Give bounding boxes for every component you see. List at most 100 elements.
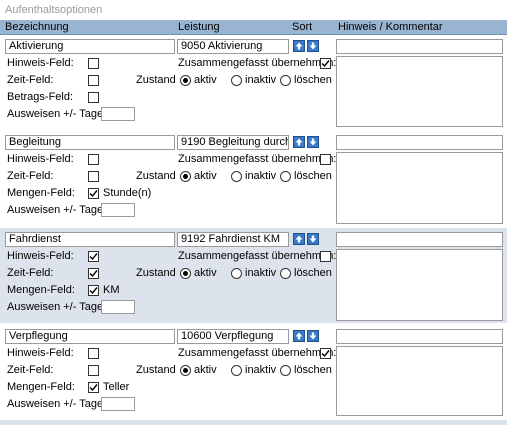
bottom-strip xyxy=(0,420,507,425)
inaktiv-label: inaktiv xyxy=(245,74,277,86)
zustand-loeschen-radio[interactable] xyxy=(280,75,291,86)
ausweisen-label: Ausweisen +/- Tage: xyxy=(7,398,107,410)
sort-down-button[interactable] xyxy=(307,136,319,148)
hinweis-feld-label: Hinweis-Feld: xyxy=(7,153,74,165)
zustand-label: Zustand xyxy=(136,364,176,376)
loeschen-label: löschen xyxy=(294,267,332,279)
hinweis-feld-checkbox[interactable] xyxy=(88,154,99,165)
sort-up-button[interactable] xyxy=(293,330,305,342)
zusammengefasst-checkbox[interactable] xyxy=(320,58,331,69)
leistung-input[interactable]: 9190 Begleitung durch M xyxy=(177,135,289,150)
aktiv-label: aktiv xyxy=(194,170,217,182)
zustand-inaktiv-radio[interactable] xyxy=(231,365,242,376)
option-section: Begleitung 9190 Begleitung durch M Hinwe… xyxy=(0,131,507,228)
ausweisen-label: Ausweisen +/- Tage: xyxy=(7,301,107,313)
zeit-feld-checkbox[interactable] xyxy=(88,75,99,86)
third-field-checkbox[interactable] xyxy=(88,188,99,199)
hinweis-title-input[interactable] xyxy=(336,39,503,54)
sort-up-button[interactable] xyxy=(293,233,305,245)
zustand-inaktiv-radio[interactable] xyxy=(231,268,242,279)
bezeichnung-input[interactable]: Begleitung xyxy=(5,135,175,150)
leistung-input[interactable]: 10600 Verpflegung xyxy=(177,329,289,344)
hinweis-title-input[interactable] xyxy=(336,232,503,247)
option-section: Aktivierung 9050 Aktivierung Hinweis-Fel… xyxy=(0,35,507,131)
kommentar-textarea[interactable] xyxy=(336,249,503,321)
loeschen-label: löschen xyxy=(294,170,332,182)
zustand-aktiv-radio[interactable] xyxy=(180,268,191,279)
option-section: Verpflegung 10600 Verpflegung Hinweis-Fe… xyxy=(0,325,507,420)
zusammengefasst-label: Zusammengefasst übernehmen: xyxy=(178,250,337,262)
ausweisen-tage-input[interactable] xyxy=(101,107,135,121)
zeit-feld-label: Zeit-Feld: xyxy=(7,364,54,376)
zustand-inaktiv-radio[interactable] xyxy=(231,171,242,182)
zusammengefasst-checkbox[interactable] xyxy=(320,154,331,165)
zeit-feld-label: Zeit-Feld: xyxy=(7,74,54,86)
sort-down-button[interactable] xyxy=(307,233,319,245)
third-field-checkbox[interactable] xyxy=(88,382,99,393)
third-field-label: Mengen-Feld: xyxy=(7,381,75,393)
third-field-checkbox[interactable] xyxy=(88,285,99,296)
mengen-unit-label: KM xyxy=(103,284,120,296)
kommentar-textarea[interactable] xyxy=(336,152,503,224)
kommentar-textarea[interactable] xyxy=(336,56,503,127)
third-field-label: Betrags-Feld: xyxy=(7,91,74,103)
zustand-aktiv-radio[interactable] xyxy=(180,75,191,86)
zusammengefasst-label: Zusammengefasst übernehmen: xyxy=(178,153,337,165)
zustand-label: Zustand xyxy=(136,267,176,279)
header-hinweis-kommentar: Hinweis / Kommentar xyxy=(338,21,443,33)
aktiv-label: aktiv xyxy=(194,364,217,376)
kommentar-textarea[interactable] xyxy=(336,346,503,416)
leistung-input[interactable]: 9050 Aktivierung xyxy=(177,39,289,54)
ausweisen-label: Ausweisen +/- Tage: xyxy=(7,108,107,120)
header-bezeichnung: Bezeichnung xyxy=(5,21,69,33)
zustand-loeschen-radio[interactable] xyxy=(280,171,291,182)
mengen-unit-label: Teller xyxy=(103,381,130,393)
zeit-feld-label: Zeit-Feld: xyxy=(7,267,54,279)
aktiv-label: aktiv xyxy=(194,267,217,279)
ausweisen-tage-input[interactable] xyxy=(101,203,135,217)
window-title: Aufenthaltsoptionen xyxy=(0,0,507,20)
zeit-feld-label: Zeit-Feld: xyxy=(7,170,54,182)
sort-down-button[interactable] xyxy=(307,330,319,342)
ausweisen-tage-input[interactable] xyxy=(101,397,135,411)
hinweis-title-input[interactable] xyxy=(336,329,503,344)
bezeichnung-input[interactable]: Fahrdienst xyxy=(5,232,175,247)
bezeichnung-input[interactable]: Verpflegung xyxy=(5,329,175,344)
sort-up-button[interactable] xyxy=(293,136,305,148)
hinweis-feld-checkbox[interactable] xyxy=(88,348,99,359)
zustand-loeschen-radio[interactable] xyxy=(280,365,291,376)
zusammengefasst-label: Zusammengefasst übernehmen: xyxy=(178,347,337,359)
ausweisen-label: Ausweisen +/- Tage: xyxy=(7,204,107,216)
third-field-label: Mengen-Feld: xyxy=(7,284,75,296)
zeit-feld-checkbox[interactable] xyxy=(88,171,99,182)
sort-down-button[interactable] xyxy=(307,40,319,52)
third-field-checkbox[interactable] xyxy=(88,92,99,103)
sort-up-button[interactable] xyxy=(293,40,305,52)
hinweis-feld-checkbox[interactable] xyxy=(88,251,99,262)
zusammengefasst-label: Zusammengefasst übernehmen: xyxy=(178,57,337,69)
loeschen-label: löschen xyxy=(294,74,332,86)
inaktiv-label: inaktiv xyxy=(245,170,277,182)
zusammengefasst-checkbox[interactable] xyxy=(320,251,331,262)
zustand-aktiv-radio[interactable] xyxy=(180,171,191,182)
zusammengefasst-checkbox[interactable] xyxy=(320,348,331,359)
zeit-feld-checkbox[interactable] xyxy=(88,268,99,279)
hinweis-feld-label: Hinweis-Feld: xyxy=(7,57,74,69)
inaktiv-label: inaktiv xyxy=(245,364,277,376)
zeit-feld-checkbox[interactable] xyxy=(88,365,99,376)
inaktiv-label: inaktiv xyxy=(245,267,277,279)
leistung-input[interactable]: 9192 Fahrdienst KM xyxy=(177,232,289,247)
zustand-loeschen-radio[interactable] xyxy=(280,268,291,279)
zustand-label: Zustand xyxy=(136,74,176,86)
zustand-aktiv-radio[interactable] xyxy=(180,365,191,376)
hinweis-feld-checkbox[interactable] xyxy=(88,58,99,69)
bezeichnung-input[interactable]: Aktivierung xyxy=(5,39,175,54)
ausweisen-tage-input[interactable] xyxy=(101,300,135,314)
header-leistung: Leistung xyxy=(178,21,220,33)
column-header: Bezeichnung Leistung Sort Hinweis / Komm… xyxy=(0,20,507,35)
header-sort: Sort xyxy=(292,21,313,33)
option-section: Fahrdienst 9192 Fahrdienst KM Hinweis-Fe… xyxy=(0,228,507,325)
hinweis-title-input[interactable] xyxy=(336,135,503,150)
zustand-inaktiv-radio[interactable] xyxy=(231,75,242,86)
mengen-unit-label: Stunde(n) xyxy=(103,187,152,199)
